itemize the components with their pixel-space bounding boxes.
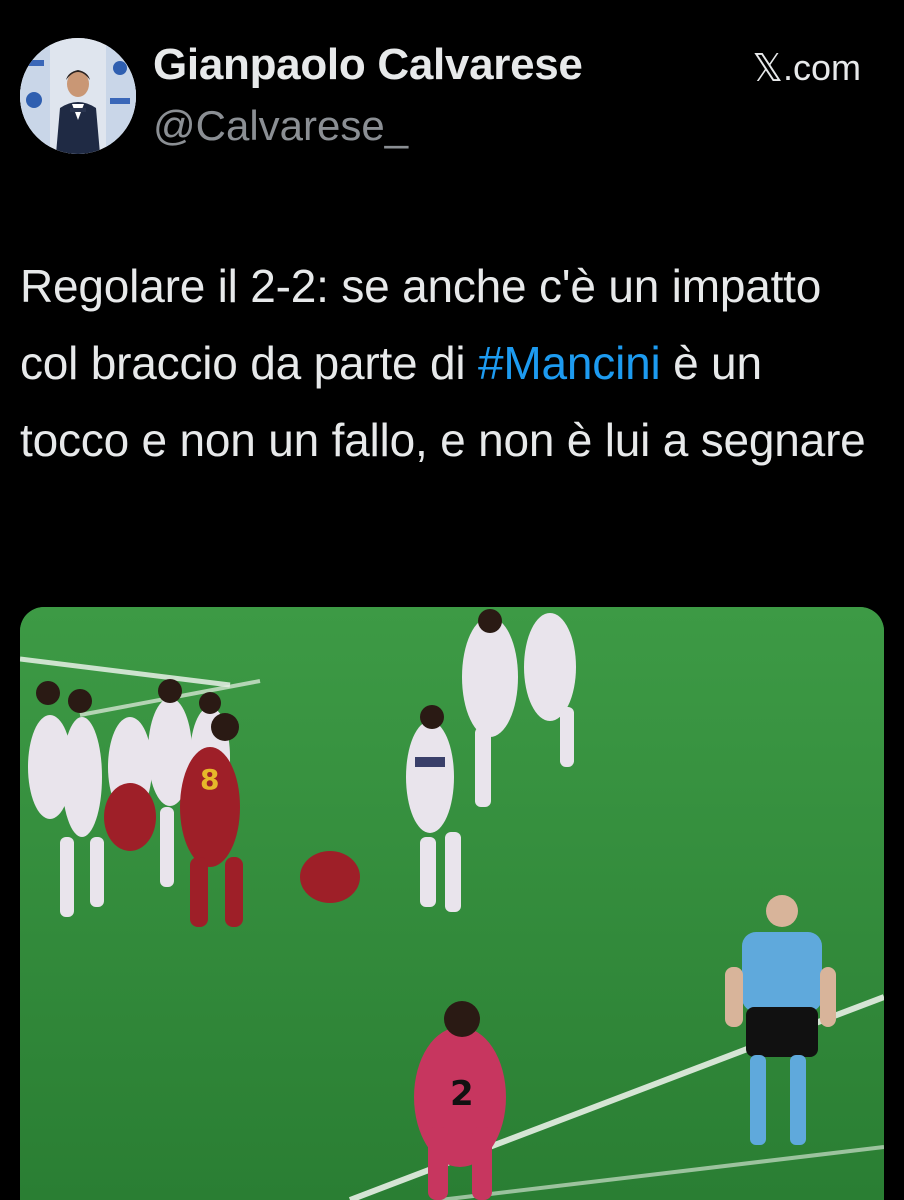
- football-match-image-icon: 8 2: [20, 607, 884, 1200]
- source-badge: 𝕏 .com: [752, 46, 861, 90]
- author-display-name[interactable]: Gianpaolo Calvarese: [153, 40, 583, 90]
- x-logo-icon: 𝕏: [752, 46, 783, 90]
- svg-text:8: 8: [200, 763, 219, 796]
- tweet-text: Regolare il 2-2: se anche c'è un impatto…: [20, 248, 880, 479]
- author-avatar[interactable]: [20, 38, 136, 154]
- hashtag-link[interactable]: #Mancini: [478, 337, 661, 389]
- source-domain-text: .com: [782, 47, 861, 88]
- profile-photo-icon: [20, 38, 136, 154]
- tweet-media[interactable]: 8 2: [20, 607, 884, 1200]
- author-handle[interactable]: @Calvarese_: [153, 102, 408, 150]
- player-jersey-number: 2: [450, 1074, 474, 1114]
